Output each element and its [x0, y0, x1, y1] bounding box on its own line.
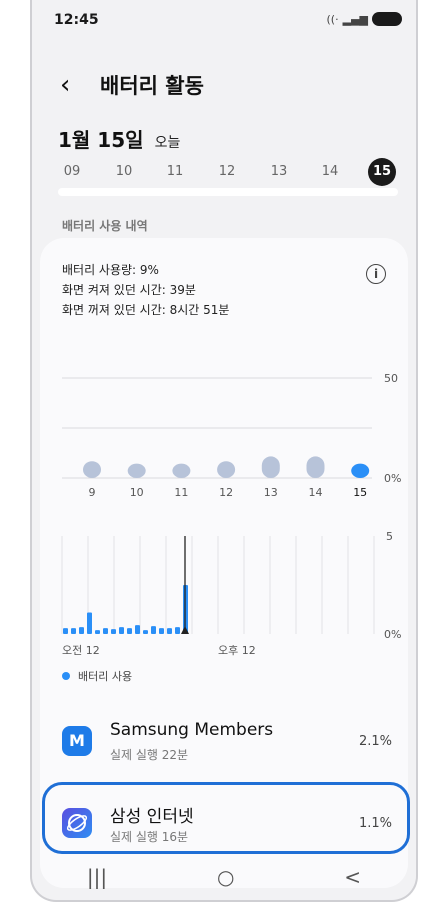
- daily-bar-15: [351, 463, 370, 478]
- daily-tick-14: 14: [309, 486, 323, 499]
- chart-legend: 배터리 사용: [62, 668, 132, 684]
- recent-apps-button[interactable]: |||: [87, 865, 107, 889]
- hourly-bar: [143, 630, 148, 634]
- daily-bar-11: [172, 463, 191, 478]
- navigation-bar: ||| ○ <: [32, 862, 416, 892]
- day-12[interactable]: 12: [213, 158, 241, 186]
- day-selector: 09 10 11 12 13 14 15: [58, 158, 398, 188]
- app-usage-percent: 2.1%: [358, 734, 392, 749]
- daily-tick-11: 11: [174, 486, 188, 499]
- today-label: 오늘: [154, 135, 181, 151]
- hourly-bar: [79, 627, 84, 634]
- day-10[interactable]: 10: [110, 158, 138, 186]
- page-title: 배터리 활동: [100, 74, 204, 98]
- home-button[interactable]: ○: [217, 865, 234, 889]
- hourly-bar: [63, 628, 68, 634]
- back-nav-button[interactable]: <: [344, 865, 361, 889]
- daily-tick-12: 12: [219, 486, 233, 499]
- daily-bars: [83, 456, 370, 478]
- hourly-bar: [135, 625, 140, 634]
- hourly-bar: [71, 628, 76, 634]
- day-selector-track: [58, 188, 398, 196]
- daily-tick-10: 10: [130, 486, 144, 499]
- daily-bar-14: [306, 456, 325, 478]
- hourly-bar: [103, 628, 108, 634]
- hourly-chart: [61, 536, 375, 634]
- hourly-bar: [159, 628, 164, 634]
- daily-bar-12: [217, 461, 236, 478]
- hourly-grid: [61, 536, 375, 634]
- hourly-y-max: 5: [386, 530, 393, 543]
- day-09[interactable]: 09: [58, 158, 86, 186]
- daily-ticks: 9 10 11 12 13 14 15: [89, 486, 368, 499]
- hourly-x-pm: 오후 12: [218, 644, 256, 657]
- daily-bar-13: [261, 456, 280, 478]
- daily-tick-13: 13: [264, 486, 278, 499]
- hourly-bar: [127, 628, 132, 634]
- screen-off-text: 화면 꺼져 있던 시간: 8시간 51분: [62, 303, 230, 317]
- info-icon[interactable]: i: [366, 264, 386, 284]
- hourly-bar: [87, 612, 92, 634]
- daily-y-max: 50: [384, 372, 398, 385]
- phone-frame: 12:45 ((· ▂▄▆ ‹ 배터리 활동 1월 15일 오늘 09 10 1…: [30, 0, 418, 902]
- hourly-bar: [151, 626, 156, 634]
- day-15[interactable]: 15: [368, 158, 396, 186]
- hourly-bar: [95, 630, 100, 634]
- daily-bar-9: [83, 461, 101, 478]
- page-header: ‹ 배터리 활동: [60, 70, 204, 100]
- hourly-bar: [111, 629, 116, 634]
- samsung-members-icon: M: [62, 726, 92, 756]
- legend-label: 배터리 사용: [78, 670, 133, 683]
- daily-y-min: 0%: [384, 472, 402, 485]
- app-name: Samsung Members: [110, 720, 274, 740]
- day-14[interactable]: 14: [316, 158, 344, 186]
- app-row-samsung-members[interactable]: M Samsung Members 실제 실행 22분 2.1%: [62, 716, 392, 772]
- battery-icon: [372, 12, 402, 26]
- date-label: 1월 15일: [58, 128, 144, 152]
- hourly-bar: [167, 628, 172, 634]
- status-bar: 12:45 ((· ▂▄▆: [32, 0, 416, 40]
- date-header: 1월 15일 오늘: [58, 124, 180, 153]
- signal-icon: ▂▄▆: [342, 12, 368, 26]
- legend-dot: [62, 672, 70, 680]
- hourly-x-am: 오전 12: [62, 644, 100, 657]
- usage-text: 배터리 사용량: 9%: [62, 263, 159, 277]
- hourly-bar: [119, 627, 124, 634]
- wifi-icon: ((·: [326, 12, 339, 26]
- daily-tick-15: 15: [353, 486, 367, 499]
- status-icons: ((· ▂▄▆: [327, 12, 402, 26]
- hourly-y-min: 0%: [384, 628, 402, 641]
- battery-stats: 배터리 사용량: 9% 화면 켜져 있던 시간: 39분 화면 꺼져 있던 시간…: [62, 260, 229, 320]
- section-title: 배터리 사용 내역: [62, 219, 148, 233]
- hourly-bars: [63, 585, 188, 634]
- hourly-bar: [175, 627, 180, 634]
- day-11[interactable]: 11: [161, 158, 189, 186]
- daily-bar-10: [127, 463, 146, 478]
- day-13[interactable]: 13: [265, 158, 293, 186]
- back-button[interactable]: ‹: [60, 72, 90, 98]
- highlight-frame: [42, 782, 410, 854]
- daily-tick-9: 9: [89, 486, 96, 499]
- status-time: 12:45: [54, 12, 99, 28]
- screen-on-text: 화면 켜져 있던 시간: 39분: [62, 283, 196, 297]
- app-runtime: 실제 실행 22분: [110, 748, 189, 762]
